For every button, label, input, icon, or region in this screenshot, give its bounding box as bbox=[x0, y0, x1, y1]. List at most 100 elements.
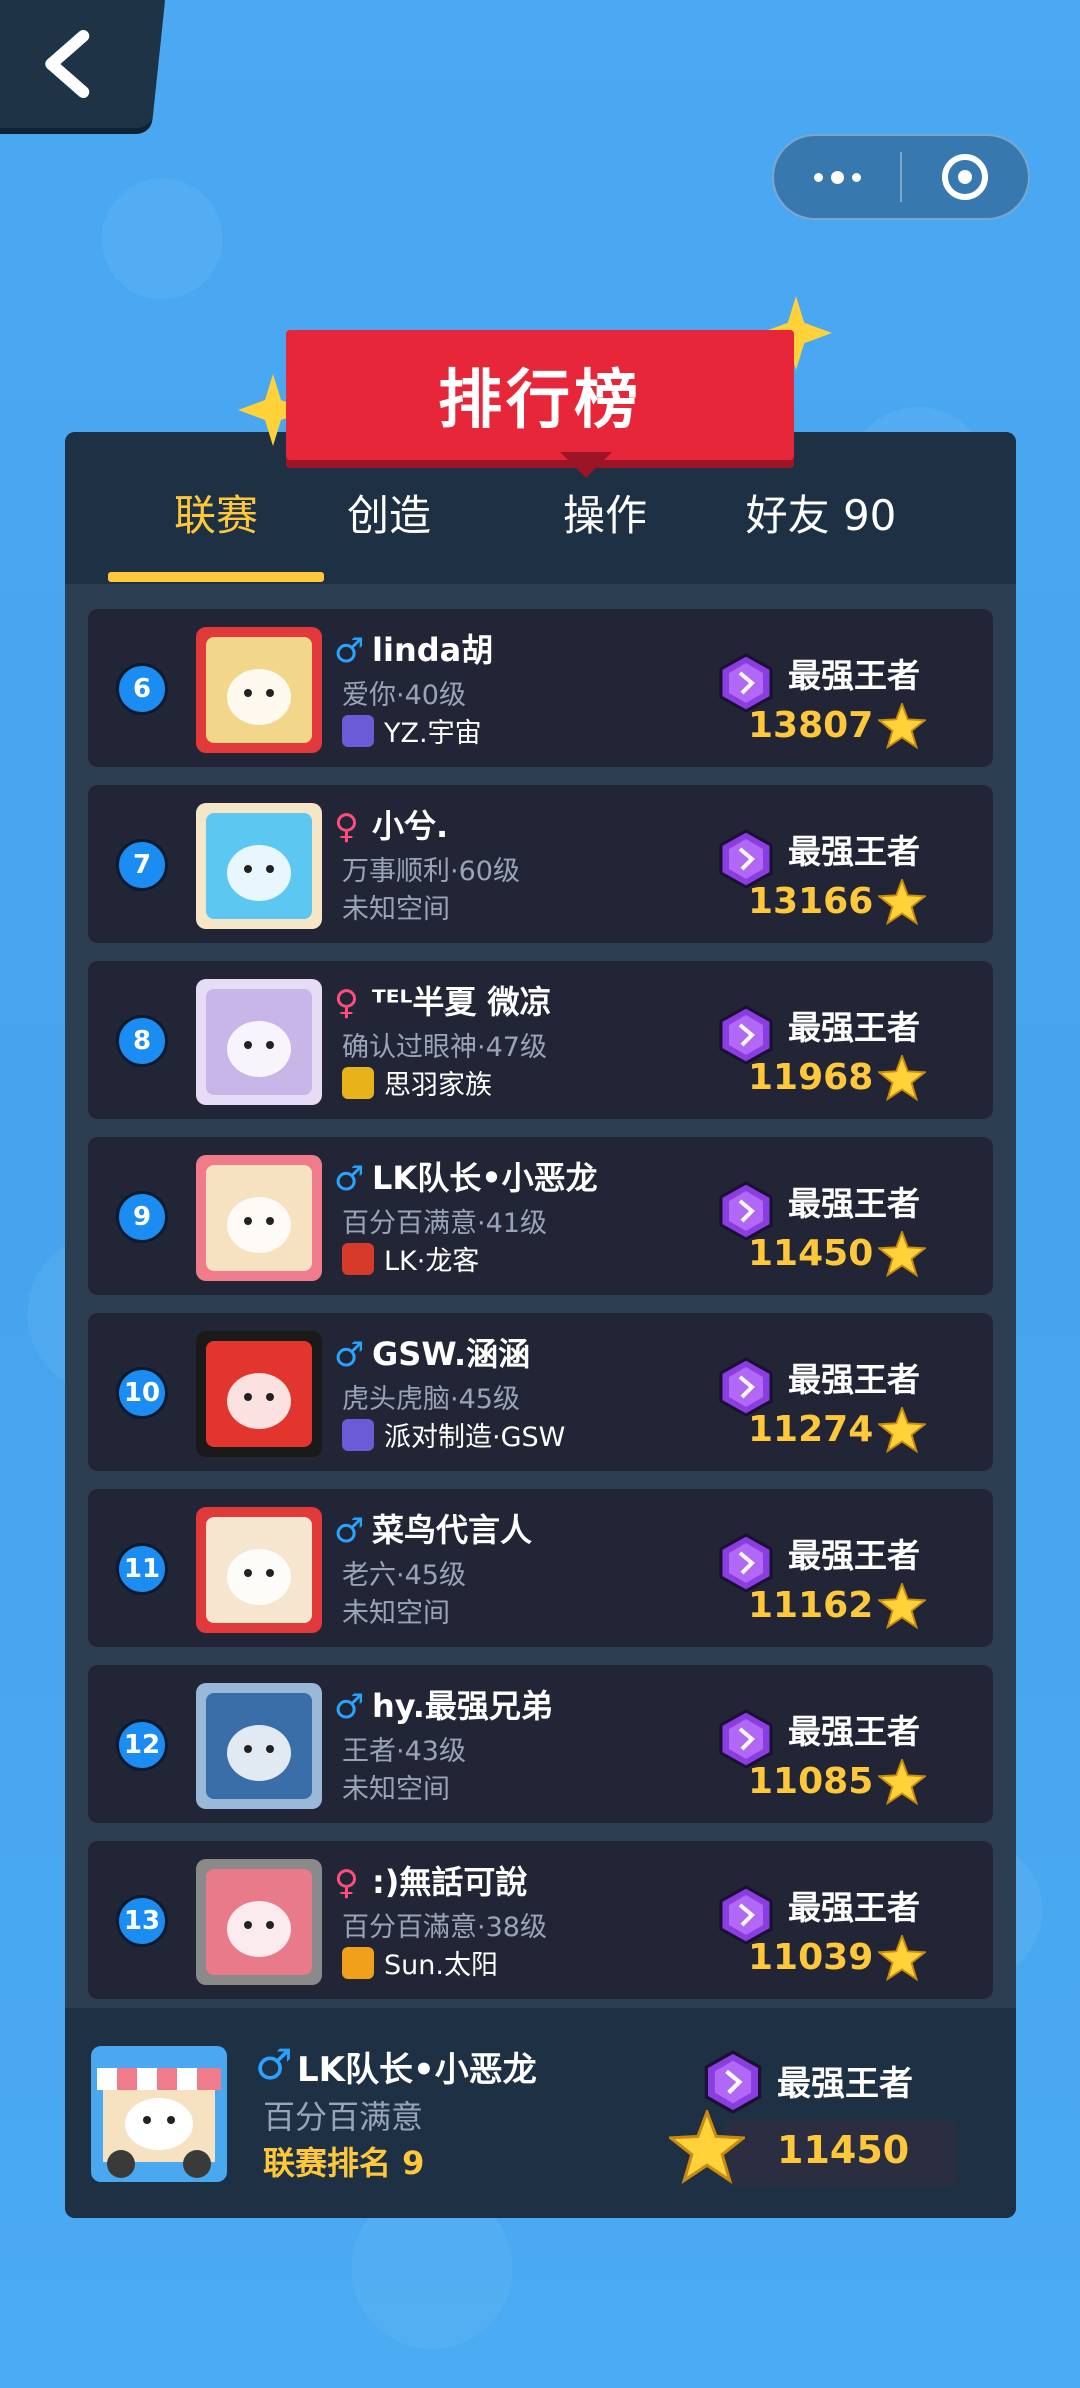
clan-name: 思羽家族 bbox=[384, 1070, 492, 1101]
male-icon: ♂ bbox=[334, 1159, 365, 1199]
player-name: hy.最强兄弟 bbox=[372, 1687, 553, 1725]
player-name: ᵀᴱᴸ半夏 微凉 bbox=[372, 983, 552, 1021]
my-ranking-card[interactable]: ♂ LK队长•小恶龙 百分百满意 联赛排名 9 最强王者 11450 bbox=[65, 2008, 1016, 2218]
my-score: 11450 bbox=[777, 2128, 910, 2172]
leaderboard-row[interactable]: 6 ♂ linda胡 爱你·40级 YZ.宇宙 最强王者 13807 bbox=[88, 609, 993, 767]
tier-label: 最强王者 bbox=[788, 1360, 920, 1399]
clan-badge-icon bbox=[342, 1419, 374, 1451]
star-icon bbox=[878, 1231, 926, 1277]
leaderboard-row[interactable]: 10 ♂ GSW.涵涵 虎头虎脑·45级 派对制造·GSW 最强王者 11274 bbox=[88, 1313, 993, 1471]
king-gem-icon bbox=[719, 1357, 773, 1417]
king-gem-icon bbox=[719, 653, 773, 713]
leaderboard-row[interactable]: 9 ♂ LK队长•小恶龙 百分百满意·41级 LK·龙客 最强王者 11450 bbox=[88, 1137, 993, 1295]
tab-friends[interactable]: 好友 90 bbox=[713, 486, 929, 584]
player-title-level: 王者·43级 bbox=[342, 1736, 466, 1767]
avatar bbox=[196, 627, 322, 753]
avatar bbox=[196, 1155, 322, 1281]
score: 11162 bbox=[748, 1585, 874, 1626]
score: 13166 bbox=[748, 881, 874, 922]
leaderboard-row[interactable]: 13 ♀ :)無話可說 百分百滿意·38级 Sun.太阳 最强王者 11039 bbox=[88, 1841, 993, 1999]
rank-badge: 9 bbox=[116, 1191, 168, 1243]
miniprogram-capsule bbox=[772, 134, 1030, 220]
avatar bbox=[196, 979, 322, 1105]
player-title-level: 百分百满意·41级 bbox=[342, 1208, 547, 1239]
leaderboard-row[interactable]: 12 ♂ hy.最强兄弟 王者·43级 未知空间 最强王者 11085 bbox=[88, 1665, 993, 1823]
score: 11085 bbox=[748, 1761, 874, 1802]
tier-label: 最强王者 bbox=[788, 1184, 920, 1223]
king-gem-icon bbox=[719, 829, 773, 889]
rank-badge: 11 bbox=[116, 1543, 168, 1595]
tier-label: 最强王者 bbox=[788, 832, 920, 871]
player-title-level: 确认过眼神·47级 bbox=[342, 1032, 547, 1063]
clan-name: Sun.太阳 bbox=[384, 1950, 498, 1981]
king-gem-icon bbox=[719, 1885, 773, 1945]
male-icon: ♂ bbox=[334, 631, 365, 671]
my-tier: 最强王者 bbox=[777, 2064, 913, 2104]
banner-tail bbox=[560, 452, 612, 478]
rank-badge: 6 bbox=[116, 663, 168, 715]
player-name: 小兮. bbox=[372, 807, 449, 845]
king-gem-icon bbox=[719, 1709, 773, 1769]
leaderboard-row[interactable]: 11 ♂ 菜鸟代言人 老六·45级 未知空间 最强王者 11162 bbox=[88, 1489, 993, 1647]
tab-create[interactable]: 创造 bbox=[281, 486, 497, 584]
rank-badge: 7 bbox=[116, 839, 168, 891]
avatar bbox=[196, 803, 322, 929]
female-icon: ♀ bbox=[334, 807, 359, 847]
clan-name: 派对制造·GSW bbox=[384, 1422, 566, 1453]
star-icon bbox=[878, 879, 926, 925]
close-miniprogram-button[interactable] bbox=[902, 136, 1028, 218]
target-circle-icon bbox=[942, 154, 988, 200]
star-icon bbox=[878, 1583, 926, 1629]
player-title-level: 老六·45级 bbox=[342, 1560, 466, 1591]
player-title-level: 万事顺利·60级 bbox=[342, 856, 520, 887]
star-icon bbox=[878, 1407, 926, 1453]
male-icon: ♂ bbox=[334, 1335, 365, 1375]
more-button[interactable] bbox=[774, 136, 900, 218]
player-title-level: 虎头虎脑·45级 bbox=[342, 1384, 520, 1415]
score: 11968 bbox=[748, 1057, 874, 1098]
my-name: LK队长•小恶龙 bbox=[297, 2050, 537, 2090]
avatar bbox=[196, 1331, 322, 1457]
male-icon: ♂ bbox=[334, 1511, 365, 1551]
clan-badge-icon bbox=[342, 1067, 374, 1099]
clan-name: LK·龙客 bbox=[384, 1246, 480, 1277]
player-name: GSW.涵涵 bbox=[372, 1335, 531, 1373]
star-icon bbox=[878, 1935, 926, 1981]
male-icon: ♂ bbox=[255, 2040, 293, 2089]
clan-badge-icon bbox=[342, 1243, 374, 1275]
score: 11039 bbox=[748, 1937, 874, 1978]
score: 11274 bbox=[748, 1409, 874, 1450]
star-icon bbox=[878, 703, 926, 749]
tab-operation[interactable]: 操作 bbox=[497, 486, 713, 584]
king-gem-icon bbox=[704, 2050, 762, 2114]
clan-name: 未知空间 bbox=[342, 1774, 450, 1805]
clan-badge-icon bbox=[342, 1947, 374, 1979]
avatar bbox=[196, 1683, 322, 1809]
player-title-level: 爱你·40级 bbox=[342, 680, 466, 711]
clan-badge-icon bbox=[342, 715, 374, 747]
king-gem-icon bbox=[719, 1533, 773, 1593]
leaderboard-row[interactable]: 7 ♀ 小兮. 万事顺利·60级 未知空间 最强王者 13166 bbox=[88, 785, 993, 943]
rank-badge: 12 bbox=[116, 1719, 168, 1771]
clan-name: YZ.宇宙 bbox=[384, 718, 482, 749]
tier-label: 最强王者 bbox=[788, 1712, 920, 1751]
leaderboard-row[interactable]: 8 ♀ ᵀᴱᴸ半夏 微凉 确认过眼神·47级 思羽家族 最强王者 11968 bbox=[88, 961, 993, 1119]
king-gem-icon bbox=[719, 1181, 773, 1241]
more-dots-icon bbox=[813, 170, 861, 184]
rank-badge: 10 bbox=[116, 1367, 168, 1419]
star-icon bbox=[878, 1055, 926, 1101]
female-icon: ♀ bbox=[334, 983, 359, 1023]
avatar bbox=[91, 2046, 227, 2182]
rank-badge: 8 bbox=[116, 1015, 168, 1067]
page-title: 排行榜 bbox=[286, 330, 794, 460]
back-button[interactable] bbox=[0, 0, 165, 128]
player-name: 菜鸟代言人 bbox=[372, 1511, 533, 1549]
clan-name: 未知空间 bbox=[342, 1598, 450, 1629]
my-title: 百分百满意 bbox=[263, 2098, 424, 2136]
player-name: LK队长•小恶龙 bbox=[372, 1159, 598, 1197]
avatar bbox=[196, 1859, 322, 1985]
king-gem-icon bbox=[719, 1005, 773, 1065]
star-icon bbox=[878, 1759, 926, 1805]
score: 13807 bbox=[748, 705, 874, 746]
tier-label: 最强王者 bbox=[788, 1008, 920, 1047]
